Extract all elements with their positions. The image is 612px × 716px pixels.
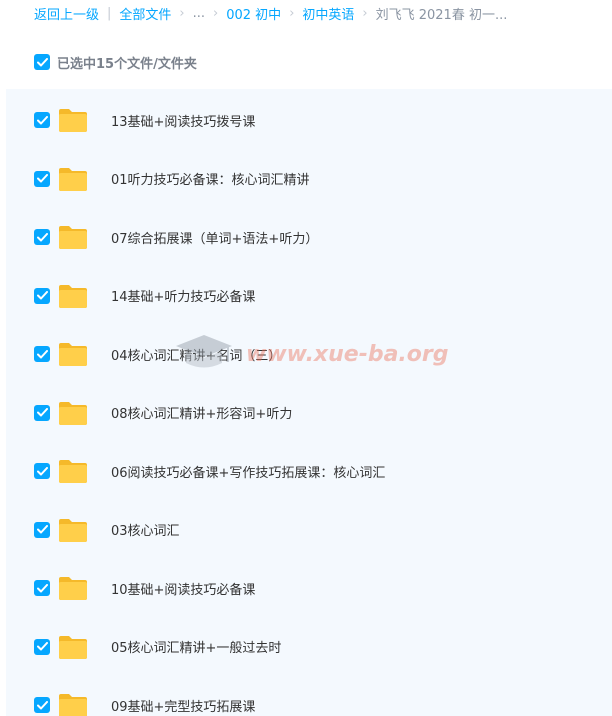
file-row[interactable]: 10基础+阅读技巧必备课	[6, 559, 612, 618]
checkmark-icon	[36, 408, 48, 417]
file-row[interactable]: 07综合拓展课（单词+语法+听力）	[6, 208, 612, 267]
file-name[interactable]: 09基础+完型技巧拓展课	[111, 696, 255, 715]
folder-icon	[59, 694, 87, 716]
file-row[interactable]: 13基础+阅读技巧拨号课	[6, 91, 612, 150]
folder-icon	[59, 518, 87, 542]
select-all-checkbox[interactable]	[34, 54, 50, 70]
folder-icon	[59, 343, 87, 366]
folder-icon	[59, 109, 87, 132]
checkmark-icon	[36, 291, 48, 300]
selection-header: 已选中15个文件/文件夹	[34, 53, 197, 72]
file-name[interactable]: 10基础+阅读技巧必备课	[111, 579, 255, 598]
row-checkbox[interactable]	[34, 404, 50, 421]
file-name[interactable]: 04核心词汇精讲+名词（三）	[111, 345, 281, 364]
back-link[interactable]: 返回上一级	[34, 4, 99, 23]
breadcrumb: 返回上一级 | 全部文件 › ... › 002 初中 › 初中英语 › 刘飞飞…	[34, 3, 507, 23]
checkmark-icon	[36, 642, 48, 651]
checkmark-icon	[36, 583, 48, 592]
folder-icon	[59, 226, 87, 249]
row-checkbox[interactable]	[34, 463, 50, 479]
file-name[interactable]: 14基础+听力技巧必备课	[111, 286, 255, 305]
file-row[interactable]: 04核心词汇精讲+名词（三）	[6, 325, 612, 384]
checkmark-icon	[36, 466, 48, 475]
breadcrumb-level1[interactable]: 002 初中	[226, 4, 281, 23]
row-checkbox[interactable]	[34, 697, 50, 713]
breadcrumb-separator: ›	[362, 5, 368, 21]
file-name[interactable]: 07综合拓展课（单词+语法+听力）	[111, 228, 318, 247]
file-row[interactable]: 14基础+听力技巧必备课	[6, 266, 612, 325]
file-row[interactable]: 03核心词汇	[6, 500, 612, 559]
file-row[interactable]: 05核心词汇精讲+一般过去时	[6, 617, 612, 676]
checkmark-icon	[36, 57, 48, 66]
folder-icon	[59, 460, 87, 483]
row-checkbox[interactable]	[34, 229, 50, 245]
file-row[interactable]: 08核心词汇精讲+形容词+听力	[6, 383, 612, 442]
row-checkbox[interactable]	[34, 346, 50, 362]
breadcrumb-separator: ›	[179, 5, 185, 21]
checkmark-icon	[36, 349, 48, 358]
file-name[interactable]: 05核心词汇精讲+一般过去时	[111, 637, 281, 656]
checkmark-icon	[36, 700, 48, 709]
file-name[interactable]: 13基础+阅读技巧拨号课	[111, 111, 255, 130]
folder-icon	[59, 401, 87, 425]
row-checkbox[interactable]	[34, 638, 50, 655]
checkmark-icon	[36, 115, 48, 124]
row-checkbox[interactable]	[34, 170, 50, 187]
file-name[interactable]: 06阅读技巧必备课+写作技巧拓展课：核心词汇	[111, 462, 385, 481]
breadcrumb-separator: ›	[289, 5, 295, 21]
row-checkbox[interactable]	[34, 580, 50, 596]
checkmark-icon	[36, 232, 48, 241]
selection-count: 已选中15个文件/文件夹	[57, 56, 197, 72]
row-checkbox[interactable]	[34, 521, 50, 538]
file-name[interactable]: 03核心词汇	[111, 520, 180, 539]
breadcrumb-separator: ›	[213, 5, 219, 21]
file-row[interactable]: 06阅读技巧必备课+写作技巧拓展课：核心词汇	[6, 442, 612, 501]
breadcrumb-separator: |	[107, 5, 112, 21]
file-row[interactable]: 09基础+完型技巧拓展课	[6, 676, 612, 716]
row-checkbox[interactable]	[34, 112, 50, 128]
file-list: 13基础+阅读技巧拨号课 01听力技巧必备课：核心词汇精讲 07综合拓展课（单词+语…	[6, 89, 612, 716]
file-name[interactable]: 08核心词汇精讲+形容词+听力	[111, 403, 292, 422]
folder-icon	[59, 284, 87, 308]
file-row[interactable]: 01听力技巧必备课：核心词汇精讲	[6, 149, 612, 208]
breadcrumb-all-files[interactable]: 全部文件	[119, 4, 171, 23]
folder-icon	[59, 635, 87, 659]
folder-icon	[59, 167, 87, 191]
checkmark-icon	[36, 525, 48, 534]
breadcrumb-ellipsis[interactable]: ...	[193, 6, 205, 21]
checkmark-icon	[36, 174, 48, 183]
row-checkbox[interactable]	[34, 287, 50, 304]
breadcrumb-level2[interactable]: 初中英语	[302, 4, 354, 23]
breadcrumb-current: 刘飞飞 2021春 初一...	[375, 7, 508, 23]
file-name[interactable]: 01听力技巧必备课：核心词汇精讲	[111, 169, 310, 188]
folder-icon	[59, 577, 87, 600]
